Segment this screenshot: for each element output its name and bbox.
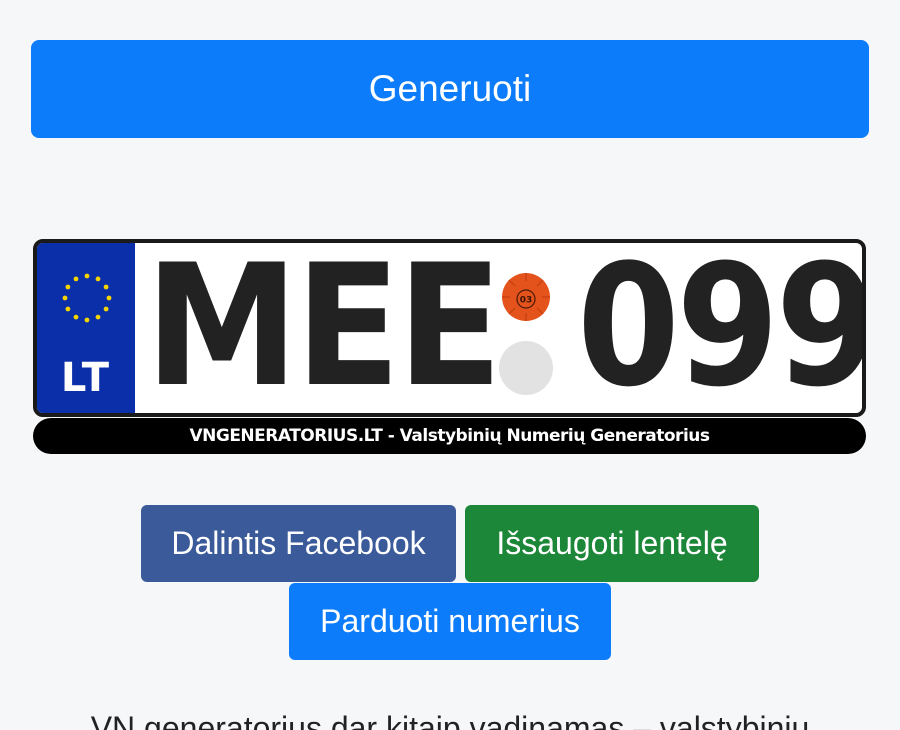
inspection-sticker-icon: 03 (502, 273, 550, 321)
generate-button[interactable]: Generuoti (31, 40, 869, 138)
share-facebook-button[interactable]: Dalintis Facebook (141, 505, 456, 582)
intro-text: VN generatorius dar kitaip vadinamas – v… (90, 710, 810, 730)
sticker-placeholder (499, 341, 553, 395)
sticker-number: 03 (520, 296, 533, 306)
plate-letters: MEE (145, 239, 503, 417)
sell-numbers-button[interactable]: Parduoti numerius (289, 583, 611, 660)
save-plate-button[interactable]: Išsaugoti lentelę (465, 505, 759, 582)
country-code: LT (60, 355, 112, 401)
plate-digits: 099 (577, 239, 866, 417)
eu-stars-icon (62, 273, 112, 323)
page: Generuoti LT MEE 03 099 VNGENERATORIUS.L… (0, 0, 900, 730)
eu-band: LT (37, 243, 135, 413)
plate-banner: VNGENERATORIUS.LT - Valstybinių Numerių … (33, 418, 866, 454)
license-plate: LT MEE 03 099 (33, 239, 866, 417)
